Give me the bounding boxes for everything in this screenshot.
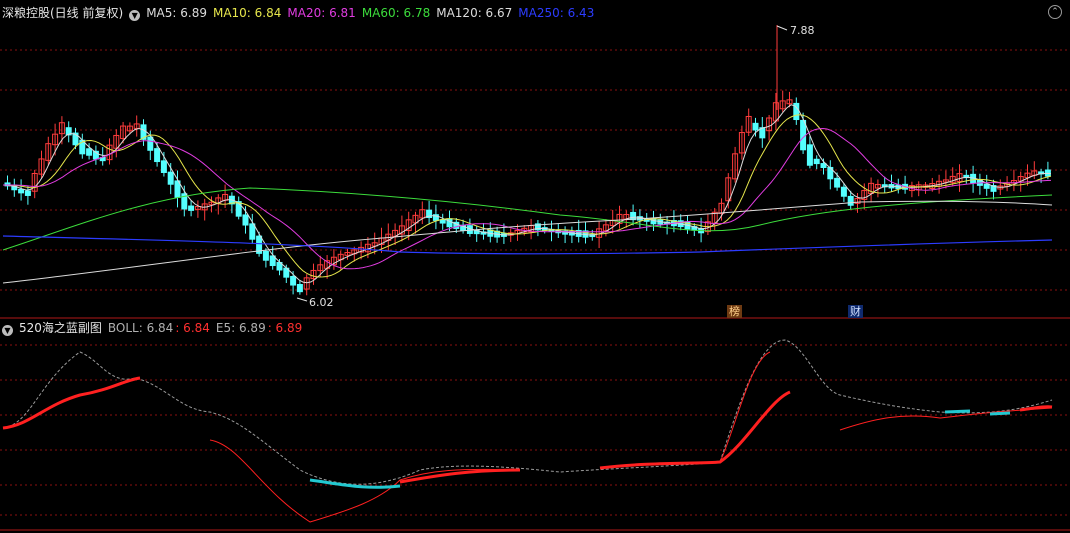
candle-body <box>820 163 827 169</box>
candle-body <box>813 158 820 165</box>
boll-label: BOLL: 6.84 <box>107 321 174 335</box>
indicator-title: 520海之蓝副图 <box>19 321 102 335</box>
indicator-lines <box>2 339 1053 523</box>
e5-label: E5: 6.89 <box>215 321 266 335</box>
candle-body <box>160 160 167 173</box>
candle-body <box>983 183 990 189</box>
low-marker <box>296 297 308 302</box>
candle-body <box>86 148 93 156</box>
price-chart[interactable] <box>0 0 1070 533</box>
candle-body <box>18 188 25 194</box>
e5-thick-cyan <box>309 478 401 489</box>
candle-body <box>446 218 453 228</box>
e5-thick-red <box>599 390 791 470</box>
stock-title: 深粮控股(日线 前复权) <box>2 6 124 20</box>
ma10-line <box>3 114 1052 278</box>
ma5-label: MA5: 6.89 <box>146 6 207 20</box>
candle-body <box>800 119 807 151</box>
ma250-line <box>2 235 1053 255</box>
candle-body <box>262 250 269 261</box>
candlestick-series <box>4 25 1051 296</box>
candle-body <box>147 136 154 151</box>
main-grid <box>0 49 1070 319</box>
boll-line <box>2 339 1053 485</box>
moving-average-lines <box>2 104 1053 284</box>
ma10-label: MA10: 6.84 <box>212 6 282 20</box>
high-price-label: 7.88 <box>790 24 815 37</box>
expand-icon[interactable]: ⌃ <box>1048 5 1062 19</box>
candle-body <box>834 177 841 188</box>
ma5-line <box>2 104 1052 284</box>
e5-thick-red <box>2 376 141 430</box>
e5-thick-red <box>399 468 521 484</box>
finance-badge[interactable]: 财 <box>848 305 863 318</box>
candle-body <box>752 122 759 131</box>
ma120-line <box>2 200 1053 284</box>
ma250-label: MA250: 6.43 <box>518 6 595 20</box>
candle-body <box>24 190 31 196</box>
chevron-down-icon[interactable]: ▼ <box>129 10 141 21</box>
candle-body <box>840 186 847 197</box>
ranking-badge[interactable]: 榜 <box>727 305 742 318</box>
candle-body <box>296 284 303 293</box>
ma20-label: MA20: 6.81 <box>287 6 356 20</box>
main-chart-header: 深粮控股(日线 前复权) ▼ MA5: 6.89 MA10: 6.84 MA20: 6.… <box>2 4 600 22</box>
e5-line <box>719 351 771 463</box>
candle-body <box>249 223 256 240</box>
high-marker <box>776 25 788 31</box>
boll-value: : 6.84 <box>175 321 210 335</box>
candle-body <box>167 171 174 185</box>
candle-body <box>154 148 161 163</box>
chevron-down-icon[interactable]: ▼ <box>2 325 13 336</box>
low-price-label: 6.02 <box>309 296 334 309</box>
candle-body <box>188 205 195 211</box>
e5-value: : 6.89 <box>267 321 303 335</box>
extreme-markers <box>296 25 788 302</box>
sub-chart-header: ▼ 520海之蓝副图 BOLL: 6.84: 6.84 E5: 6.89: 6.89 <box>2 319 308 337</box>
candle-body <box>242 214 249 226</box>
sub-grid <box>0 344 1070 531</box>
candle-body <box>806 144 813 166</box>
ma60-label: MA60: 6.78 <box>361 6 431 20</box>
ma120-label: MA120: 6.67 <box>436 6 513 20</box>
candle-body <box>290 275 297 286</box>
e5-line <box>209 439 521 523</box>
candle-body <box>847 195 854 206</box>
candle-body <box>439 219 446 224</box>
